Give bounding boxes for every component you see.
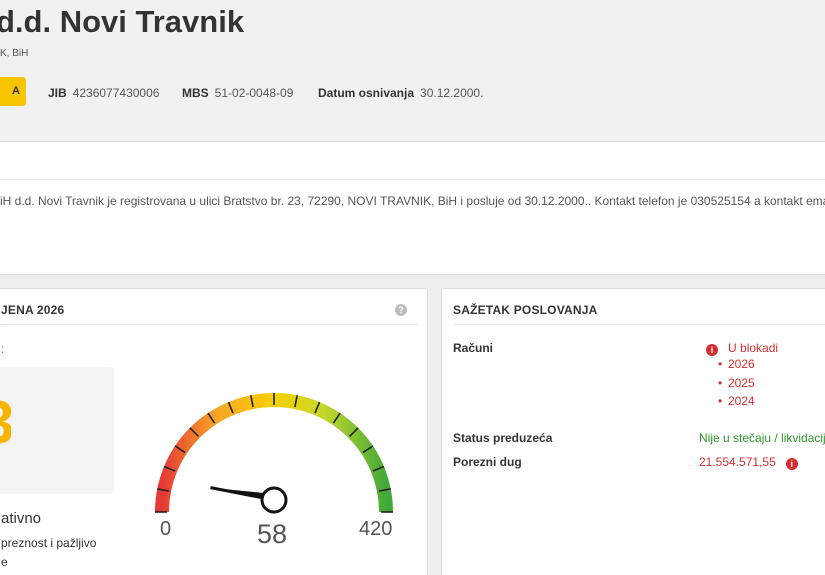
rating-description-line-2: e — [1, 555, 8, 569]
summary-card-title: SAŽETAK POSLOVANJA — [453, 303, 598, 317]
jib-label: JIB — [48, 86, 67, 100]
rating-link[interactable]: : — [1, 342, 4, 356]
jib-field: JIB 4236077430006 — [48, 86, 159, 100]
list-item: 2026 — [718, 355, 755, 374]
company-status-value: Nije u stečaju / likvidaciji — [699, 431, 825, 445]
rating-description: preznost i pažljivo e — [1, 534, 96, 572]
company-header: d.d. Novi Travnik K, BiH A JIB 4236077430… — [0, 0, 825, 140]
accounts-status: i U blokadi — [706, 341, 778, 356]
blocked-years-list: 2026 2025 2024 — [718, 355, 755, 411]
accounts-label: Računi — [453, 341, 494, 355]
mbs-field: MBS 51-02-0048-09 — [182, 86, 293, 100]
alert-icon[interactable]: i — [706, 344, 718, 356]
mbs-value: 51-02-0048-09 — [214, 86, 294, 100]
jib-value: 4236077430006 — [72, 86, 160, 100]
founding-date-field: Datum osnivanja 30.12.2000. — [318, 86, 483, 100]
company-location: K, BiH — [0, 48, 29, 59]
score-box: 3 — [0, 367, 114, 494]
gauge-hub — [260, 486, 288, 514]
score-digit: 3 — [0, 393, 11, 453]
founding-date-value: 30.12.2000. — [420, 86, 484, 100]
accounts-status-text: U blokadi — [728, 341, 779, 355]
gauge-value-label: 58 — [257, 519, 287, 549]
tax-debt-value: 21.554.571,55 — [699, 455, 776, 469]
company-status-label: Status preduzeća — [453, 431, 553, 445]
gauge-min-label: 0 — [160, 518, 171, 540]
risk-gauge: 0 420 58 — [155, 393, 393, 549]
company-title: d.d. Novi Travnik — [0, 4, 245, 39]
rating-description-line-1: preznost i pažljivo — [1, 536, 97, 550]
list-item: 2025 — [718, 374, 755, 393]
description-divider — [0, 179, 825, 180]
mbs-label: MBS — [182, 86, 209, 100]
founding-date-label: Datum osnivanja — [318, 86, 415, 100]
tax-debt-label: Porezni dug — [453, 455, 522, 469]
status-button[interactable]: A — [0, 77, 26, 106]
list-item: 2024 — [718, 392, 755, 411]
description-panel: iH d.d. Novi Travnik je registrovana u u… — [0, 141, 825, 275]
rating-card-divider — [1, 324, 419, 325]
alert-icon[interactable]: i — [785, 458, 798, 470]
gauge-max-label: 420 — [359, 518, 392, 540]
question-icon[interactable]: ? — [395, 304, 407, 316]
rating-card-title: JENA 2026 — [1, 303, 65, 317]
tax-debt-field: 21.554.571,55 i — [699, 455, 798, 470]
summary-card-divider — [453, 324, 825, 325]
summary-card: SAŽETAK POSLOVANJA Računi i U blokadi 20… — [441, 288, 825, 575]
rating-word: ativno — [1, 510, 42, 527]
description-text: iH d.d. Novi Travnik je registrovana u u… — [0, 194, 825, 208]
